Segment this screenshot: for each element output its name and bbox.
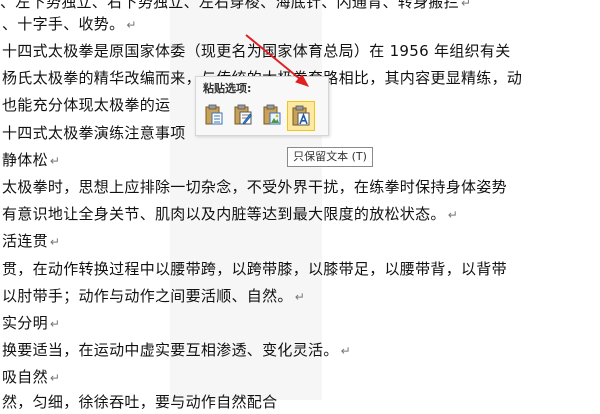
keep-text-only-icon — [292, 105, 310, 126]
line-text: 以肘带手；动作与动作之间要活顺、自然。 — [2, 287, 293, 305]
paragraph-mark: ↵ — [340, 344, 351, 358]
line-text: 太极拳时，思想上应排除一切杂念，不受外界干扰，在练拳时保持身体姿势 — [2, 178, 507, 196]
text-line: 换要适当，在运动中虚实要互相渗透、变化灵活。 ↵ — [2, 338, 600, 362]
paragraph-mark: ↵ — [461, 0, 472, 10]
keep-source-formatting-icon — [205, 104, 223, 125]
text-line: 有意识地让全身关节、肌肉以及内脏等达到最大限度的放松状态。 ↵ — [2, 202, 600, 226]
paste-merge-formatting-button[interactable] — [230, 101, 256, 129]
text-line: 实分明 ↵ — [2, 311, 600, 335]
line-text: 换要适当，在运动中虚实要互相渗透、变化灵活。 — [2, 341, 339, 359]
line-text: 然，匀细，徐徐吞吐，要与动作自然配合 — [2, 393, 278, 411]
merge-formatting-icon — [234, 104, 252, 125]
line-text: 贯，在动作转换过程中以腰带跨，以跨带膝，以膝带足，以腰带背，以背带 — [2, 260, 507, 278]
paragraph-mark: ↵ — [49, 317, 61, 331]
text-line: 贯，在动作转换过程中以腰带跨，以跨带膝，以膝带足，以腰带背，以背带 — [2, 257, 600, 281]
line-text: 十四式太极拳是原国家体委（现更名为国家体育总局）在 1956 年组织有关 — [2, 42, 511, 60]
text-line: 活连贯 ↵ — [2, 229, 600, 253]
text-line: 以肘带手；动作与动作之间要活顺、自然。 ↵ — [2, 284, 600, 308]
paragraph-mark: ↵ — [447, 208, 459, 222]
line-text: 有意识地让全身关节、肌肉以及内脏等达到最大限度的放松状态。 — [2, 205, 446, 223]
text-line: 太极拳时，思想上应排除一切杂念，不受外界干扰，在练拳时保持身体姿势 — [2, 175, 600, 199]
line-text: 也能充分体现太极拳的运 — [2, 96, 171, 114]
paste-options-title: 粘贴选项: — [203, 82, 252, 95]
line-text: 十四式太极拳演练注意事项 — [2, 124, 186, 142]
picture-paste-icon — [263, 104, 281, 125]
paste-option-tooltip: 只保留文本 (T) — [287, 147, 373, 167]
line-text: 、十字手、收势。 — [2, 15, 125, 33]
paste-keep-text-only-button[interactable] — [287, 101, 315, 131]
document-body[interactable]: 、左下势独立、右下势独立、左右穿梭、海底针、闪通背、转身搬拦 ↵ 、十字手、收势。… — [0, 0, 600, 411]
paragraph-mark: ↵ — [49, 371, 61, 385]
text-line: 吸自然 ↵ — [2, 365, 600, 389]
text-line: 然，匀细，徐徐吞吐，要与动作自然配合 — [2, 390, 600, 414]
paragraph-mark: ↵ — [49, 154, 61, 168]
paste-picture-button[interactable] — [259, 101, 285, 129]
paragraph-mark: ↵ — [126, 18, 137, 32]
line-text: 、左下势独立、右下势独立、左右穿梭、海底针、闪通背、转身搬拦 — [0, 0, 460, 11]
line-text: 活连贯 — [2, 232, 48, 250]
paragraph-mark: ↵ — [294, 290, 306, 304]
line-text: 吸自然 — [2, 368, 48, 386]
paragraph-mark: ↵ — [49, 235, 61, 249]
line-text: 静体松 — [2, 151, 48, 169]
paste-options-menu: 粘贴选项: — [195, 76, 329, 136]
text-line: 、十字手、收势。 ↵ — [2, 12, 600, 36]
text-line: 十四式太极拳是原国家体委（现更名为国家体育总局）在 1956 年组织有关 — [2, 39, 600, 63]
paste-keep-source-formatting-button[interactable] — [201, 101, 227, 129]
line-text: 实分明 — [2, 314, 48, 332]
